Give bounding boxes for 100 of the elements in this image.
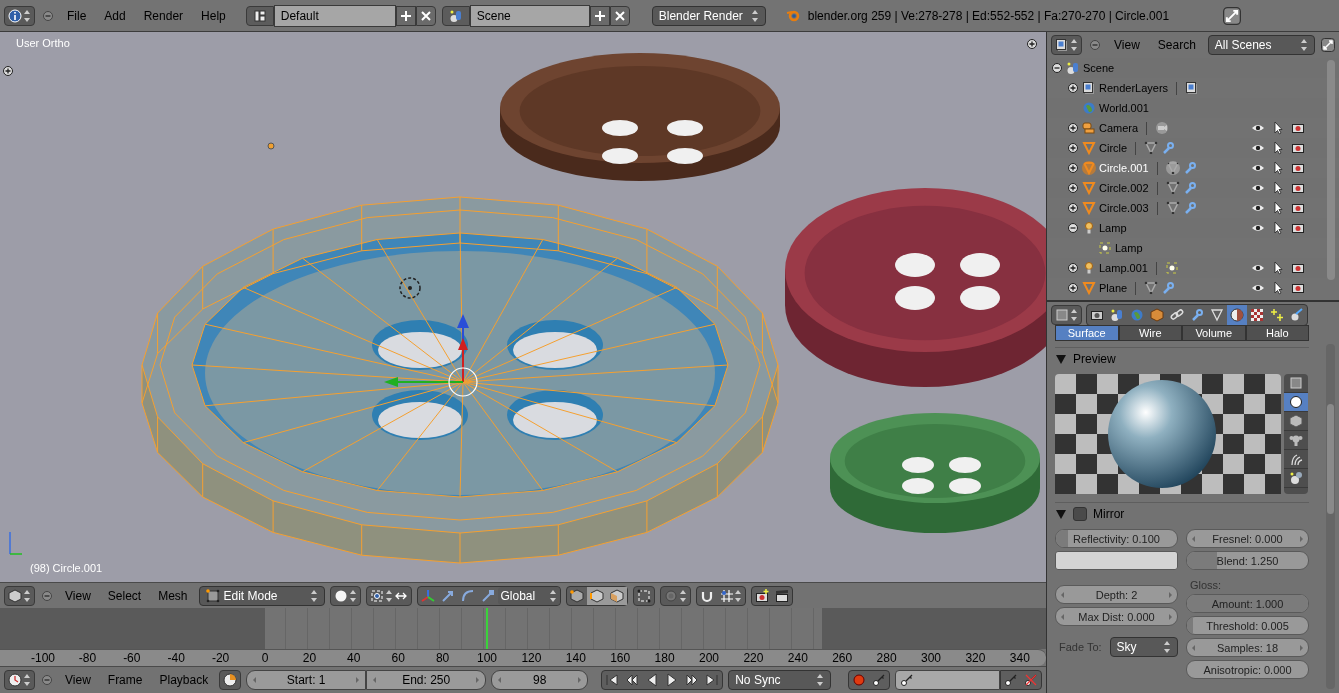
number-field[interactable]: Max Dist: 0.000 <box>1055 607 1178 626</box>
slider-field[interactable]: Anisotropic: 0.000 <box>1186 660 1309 679</box>
outliner-item[interactable]: World.001 <box>1099 102 1149 114</box>
outliner-item[interactable]: Circle.002 <box>1099 182 1149 194</box>
scene-field[interactable]: Scene <box>469 4 590 27</box>
collapse-triangle-icon[interactable] <box>1055 508 1067 520</box>
outliner-item[interactable]: Lamp <box>1099 222 1127 234</box>
camera-icon[interactable] <box>1291 141 1305 155</box>
preview-shape-button[interactable] <box>1284 412 1308 431</box>
outliner-item[interactable]: RenderLayers <box>1099 82 1169 94</box>
menu-item[interactable]: View <box>59 673 97 687</box>
sync-dropdown[interactable]: No Sync <box>728 670 831 690</box>
browse-button[interactable] <box>245 5 274 26</box>
add-button[interactable] <box>589 5 610 26</box>
menu-item[interactable]: Search <box>1151 38 1202 52</box>
outliner-item[interactable]: Plane <box>1099 282 1128 294</box>
number-field[interactable]: Fresnel: 0.000 <box>1186 529 1309 548</box>
menu-item[interactable]: Mesh <box>152 588 194 603</box>
camera-icon[interactable] <box>1291 281 1305 295</box>
outliner-item[interactable]: Circle <box>1099 142 1128 154</box>
keying-set-field[interactable] <box>895 670 1000 690</box>
outliner-item[interactable]: Lamp <box>1115 242 1143 254</box>
remove-button[interactable] <box>415 5 436 26</box>
remove-button[interactable] <box>609 5 630 26</box>
expand-icon[interactable] <box>1067 142 1079 154</box>
menu-item[interactable]: Render <box>137 8 190 23</box>
expand-icon[interactable] <box>1067 122 1079 134</box>
menu-item[interactable]: Playback <box>153 673 215 687</box>
pivot-dropdown[interactable] <box>365 585 412 606</box>
collapse-triangle-icon[interactable] <box>1055 353 1067 365</box>
render-engine-dropdown[interactable]: Blender Render <box>651 5 766 26</box>
checkbox[interactable] <box>1073 507 1087 521</box>
scrollbar[interactable] <box>1326 344 1335 689</box>
menu-item[interactable]: View <box>59 588 97 603</box>
properties-tab[interactable] <box>1227 305 1247 325</box>
cursor-icon[interactable] <box>1271 221 1285 235</box>
plus-icon[interactable] <box>2 65 14 77</box>
menu-item[interactable]: Add <box>98 8 132 23</box>
layout-field[interactable]: Default <box>273 4 396 27</box>
menu-item[interactable]: View <box>1108 38 1146 52</box>
editor-type-button[interactable] <box>4 585 35 606</box>
scrollbar-thumb[interactable] <box>1327 404 1334 514</box>
fullscreen-icon[interactable] <box>1223 6 1242 25</box>
shading-dropdown[interactable] <box>329 585 361 606</box>
outliner-item[interactable]: Circle.003 <box>1099 202 1149 214</box>
camera-icon[interactable] <box>1291 181 1305 195</box>
fade-to-dropdown[interactable]: Sky <box>1109 637 1178 657</box>
menu-item[interactable]: Select <box>101 588 148 603</box>
preview-shape-button[interactable] <box>1284 469 1308 488</box>
color-swatch[interactable] <box>1055 551 1178 570</box>
menu-item[interactable]: File <box>61 8 93 23</box>
select-mode-button[interactable] <box>606 586 627 605</box>
editor-type-button[interactable] <box>4 670 35 690</box>
camera-icon[interactable] <box>1291 221 1305 235</box>
sub-tab[interactable]: Volume <box>1182 325 1246 341</box>
editor-type-button[interactable] <box>1051 305 1082 325</box>
select-mode-button[interactable] <box>586 586 607 605</box>
expand-icon[interactable] <box>1067 262 1079 274</box>
expand-icon[interactable] <box>1067 162 1079 174</box>
outliner-item[interactable]: Scene <box>1083 62 1115 74</box>
mode-dropdown[interactable]: Edit Mode <box>198 585 325 606</box>
expand-icon[interactable] <box>1067 202 1079 214</box>
cursor-icon[interactable] <box>1271 201 1285 215</box>
outliner-item[interactable]: Circle.001 <box>1099 162 1149 174</box>
expand-icon[interactable] <box>1067 82 1079 94</box>
collapse-icon[interactable] <box>1067 222 1079 234</box>
cursor-icon[interactable] <box>1271 121 1285 135</box>
proportional-dropdown[interactable] <box>659 585 691 606</box>
slider-field[interactable]: Threshold: 0.005 <box>1186 616 1309 635</box>
slider-field[interactable]: Amount: 1.000 <box>1186 594 1309 613</box>
cursor-icon[interactable] <box>1271 261 1285 275</box>
current-frame-field[interactable]: 98 <box>491 670 589 690</box>
keying-button[interactable] <box>219 670 242 690</box>
cursor-icon[interactable] <box>1271 181 1285 195</box>
collapse-icon[interactable] <box>1051 62 1063 74</box>
menu-item[interactable]: Frame <box>101 673 149 687</box>
orientation-dropdown[interactable]: Global <box>497 586 560 605</box>
slider-field[interactable]: Blend: 1.250 <box>1186 551 1309 570</box>
start-frame-field[interactable]: Start: 1 <box>246 670 367 690</box>
expand-icon[interactable] <box>1067 282 1079 294</box>
editor-type-button[interactable] <box>1051 35 1082 55</box>
outliner-item[interactable]: Camera <box>1099 122 1139 134</box>
camera-icon[interactable] <box>1291 121 1305 135</box>
plus-icon[interactable] <box>1026 38 1038 50</box>
end-frame-field[interactable]: End: 250 <box>366 670 487 690</box>
cursor-icon[interactable] <box>1271 141 1285 155</box>
number-field[interactable]: Depth: 2 <box>1055 585 1178 604</box>
camera-icon[interactable] <box>1291 201 1305 215</box>
display-mode-dropdown[interactable]: All Scenes <box>1207 35 1315 55</box>
sub-tab[interactable]: Surface <box>1055 325 1119 341</box>
camera-icon[interactable] <box>1291 261 1305 275</box>
add-button[interactable] <box>395 5 416 26</box>
slider-field[interactable]: Reflectivity: 0.100 <box>1055 529 1178 548</box>
scrollbar[interactable] <box>1327 60 1335 280</box>
cursor-icon[interactable] <box>1271 161 1285 175</box>
outliner-item[interactable]: Lamp.001 <box>1099 262 1148 274</box>
sub-tab[interactable]: Wire <box>1118 325 1182 341</box>
expand-icon[interactable] <box>1067 182 1079 194</box>
preview-shape-button[interactable] <box>1284 393 1308 412</box>
browse-button[interactable] <box>441 5 470 26</box>
